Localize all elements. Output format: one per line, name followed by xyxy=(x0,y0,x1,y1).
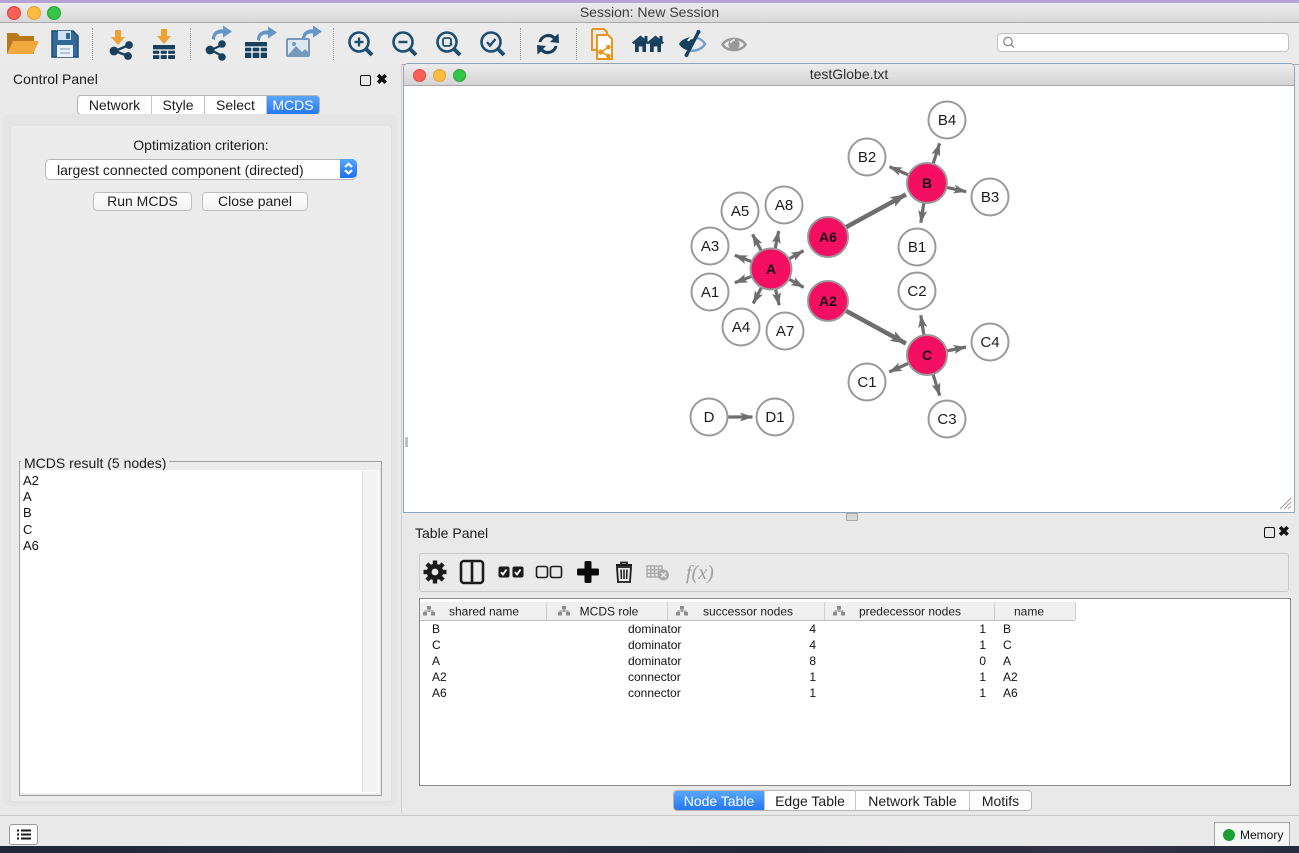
svg-text:4: 4 xyxy=(809,622,816,636)
svg-text:C2: C2 xyxy=(907,283,926,300)
svg-text:4: 4 xyxy=(809,638,816,652)
svg-text:A: A xyxy=(432,654,440,668)
svg-text:successor nodes: successor nodes xyxy=(703,605,793,619)
svg-text:A: A xyxy=(1003,654,1011,668)
svg-text:f(x): f(x) xyxy=(686,562,714,584)
svg-text:C4: C4 xyxy=(980,334,999,351)
svg-text:A2: A2 xyxy=(1003,670,1018,684)
svg-text:1: 1 xyxy=(809,686,816,700)
svg-text:B: B xyxy=(1003,622,1011,636)
svg-text:name: name xyxy=(1014,605,1044,619)
svg-text:C: C xyxy=(922,347,932,363)
svg-text:B2: B2 xyxy=(858,149,876,166)
svg-text:A8: A8 xyxy=(775,197,793,214)
svg-text:B4: B4 xyxy=(938,112,956,129)
svg-text:B3: B3 xyxy=(981,189,999,206)
svg-text:A6: A6 xyxy=(432,686,447,700)
svg-text:C: C xyxy=(432,638,441,652)
svg-text:8: 8 xyxy=(809,654,816,668)
svg-text:A1: A1 xyxy=(701,284,719,301)
svg-text:A7: A7 xyxy=(776,323,794,340)
svg-text:D: D xyxy=(704,409,715,426)
svg-text:C: C xyxy=(1003,638,1012,652)
svg-text:1: 1 xyxy=(979,638,986,652)
svg-text:dominator: dominator xyxy=(628,654,681,668)
svg-text:dominator: dominator xyxy=(628,638,681,652)
svg-text:predecessor nodes: predecessor nodes xyxy=(859,605,961,619)
svg-text:dominator: dominator xyxy=(628,622,681,636)
svg-text:1: 1 xyxy=(979,686,986,700)
svg-text:D1: D1 xyxy=(765,409,784,426)
svg-text:B: B xyxy=(432,622,440,636)
svg-text:A: A xyxy=(766,261,776,277)
svg-text:1: 1 xyxy=(809,670,816,684)
svg-text:MCDS role: MCDS role xyxy=(580,605,639,619)
svg-text:A5: A5 xyxy=(731,203,749,220)
svg-text:shared name: shared name xyxy=(449,605,519,619)
svg-text:A6: A6 xyxy=(1003,686,1018,700)
svg-text:connector: connector xyxy=(628,670,681,684)
svg-text:connector: connector xyxy=(628,686,681,700)
svg-text:1: 1 xyxy=(979,670,986,684)
svg-text:C3: C3 xyxy=(937,411,956,428)
svg-text:B1: B1 xyxy=(908,239,926,256)
svg-text:A4: A4 xyxy=(732,319,750,336)
svg-text:1: 1 xyxy=(979,622,986,636)
svg-text:C1: C1 xyxy=(857,374,876,391)
svg-text:A6: A6 xyxy=(819,229,837,245)
svg-text:0: 0 xyxy=(979,654,986,668)
svg-text:A3: A3 xyxy=(701,238,719,255)
svg-text:A2: A2 xyxy=(819,293,837,309)
svg-text:B: B xyxy=(922,175,932,191)
svg-text:A2: A2 xyxy=(432,670,447,684)
